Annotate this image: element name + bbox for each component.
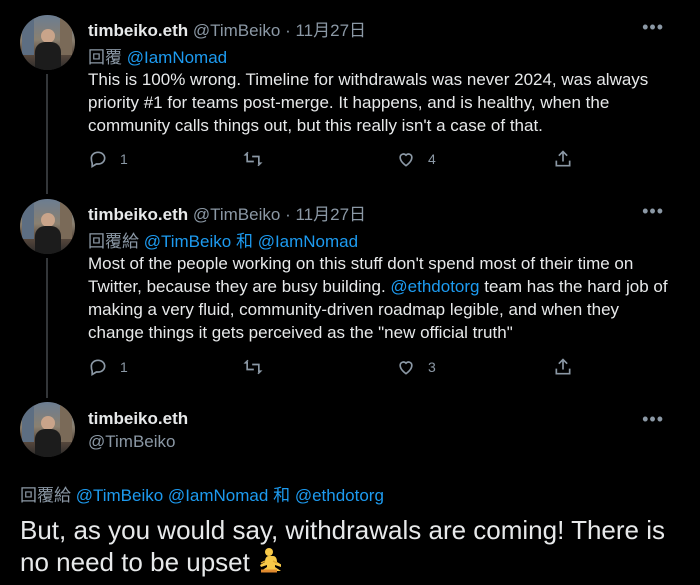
mention-link[interactable]: @TimBeiko @IamNomad xyxy=(76,486,269,505)
tweet-2[interactable]: timbeiko.eth @TimBeiko · 11月27日 ••• 回覆給 … xyxy=(0,192,700,398)
display-name[interactable]: timbeiko.eth xyxy=(88,409,188,428)
reply-context: 回覆給 @TimBeiko 和 @IamNomad xyxy=(88,227,358,252)
share-button[interactable] xyxy=(553,149,573,169)
reply-count: 1 xyxy=(120,359,128,375)
avatar[interactable] xyxy=(20,15,75,70)
reply-prefix: 回覆給 xyxy=(20,486,71,505)
tweet-text: This is 100% wrong. Timeline for withdra… xyxy=(88,70,649,135)
reply-context: 回覆 @IamNomad xyxy=(88,43,227,68)
tweet-header: timbeiko.eth xyxy=(88,409,188,429)
tweet-text: Most of the people working on this stuff… xyxy=(88,252,668,344)
reply-context: 回覆給 @TimBeiko @IamNomad 和 @ethdotorg xyxy=(20,481,384,506)
reply-icon xyxy=(90,151,106,168)
thread-line xyxy=(46,74,48,194)
avatar[interactable] xyxy=(20,402,75,457)
tweet-1[interactable]: timbeiko.eth @TimBeiko · 11月27日 ••• 回覆 @… xyxy=(0,0,700,194)
like-button[interactable]: 4 xyxy=(396,149,436,169)
user-handle[interactable]: @TimBeiko xyxy=(88,432,175,451)
heart-icon xyxy=(399,153,413,167)
share-icon xyxy=(555,358,571,375)
more-icon[interactable]: ••• xyxy=(642,410,664,428)
more-icon[interactable]: ••• xyxy=(642,202,664,220)
tweet-text: But, as you would say, withdrawals are c… xyxy=(20,514,685,578)
heart-icon xyxy=(399,361,413,375)
reply-prefix: 回覆 xyxy=(88,48,122,67)
reply-count: 1 xyxy=(120,151,128,167)
more-icon[interactable]: ••• xyxy=(642,18,664,36)
retweet-icon xyxy=(243,359,263,375)
reply-prefix: 回覆給 xyxy=(88,232,139,251)
mention-conjunction: 和 xyxy=(273,486,291,505)
tweet-3-focused: timbeiko.eth @TimBeiko ••• 回覆給 @TimBeiko… xyxy=(0,392,700,585)
user-handle[interactable]: @TimBeiko xyxy=(193,21,280,40)
like-count: 4 xyxy=(428,151,436,167)
share-icon xyxy=(555,150,571,167)
tweet-actions: 1 3 xyxy=(88,357,578,381)
user-handle[interactable]: @TimBeiko xyxy=(193,205,280,224)
tweet-date[interactable]: · 11月27日 xyxy=(285,21,366,40)
display-name[interactable]: timbeiko.eth xyxy=(88,205,188,224)
like-button[interactable]: 3 xyxy=(396,357,436,377)
reply-icon xyxy=(90,359,106,376)
avatar[interactable] xyxy=(20,199,75,254)
tweet-handle-row: @TimBeiko xyxy=(88,432,175,452)
tweet-header: timbeiko.eth @TimBeiko · 11月27日 xyxy=(88,200,366,225)
retweet-icon xyxy=(243,151,263,167)
reply-button[interactable]: 1 xyxy=(88,357,128,377)
mention-link[interactable]: @IamNomad xyxy=(127,48,227,67)
mention-link[interactable]: @ethdotorg xyxy=(390,277,479,296)
mention-link[interactable]: @IamNomad xyxy=(258,232,358,251)
mention-link[interactable]: @ethdotorg xyxy=(295,486,384,505)
person-in-lotus-position-emoji xyxy=(260,548,282,573)
tweet-date[interactable]: · 11月27日 xyxy=(285,205,366,224)
reply-button[interactable]: 1 xyxy=(88,149,128,169)
thread-line xyxy=(46,258,48,398)
tweet-actions: 1 4 xyxy=(88,149,578,173)
mention-link[interactable]: @TimBeiko xyxy=(144,232,231,251)
retweet-button[interactable] xyxy=(243,357,263,377)
like-count: 3 xyxy=(428,359,436,375)
share-button[interactable] xyxy=(553,357,573,377)
tweet-text-content: But, as you would say, withdrawals are c… xyxy=(20,515,665,577)
mention-conjunction: 和 xyxy=(235,232,253,251)
display-name[interactable]: timbeiko.eth xyxy=(88,21,188,40)
retweet-button[interactable] xyxy=(243,149,263,169)
tweet-header: timbeiko.eth @TimBeiko · 11月27日 xyxy=(88,16,366,41)
